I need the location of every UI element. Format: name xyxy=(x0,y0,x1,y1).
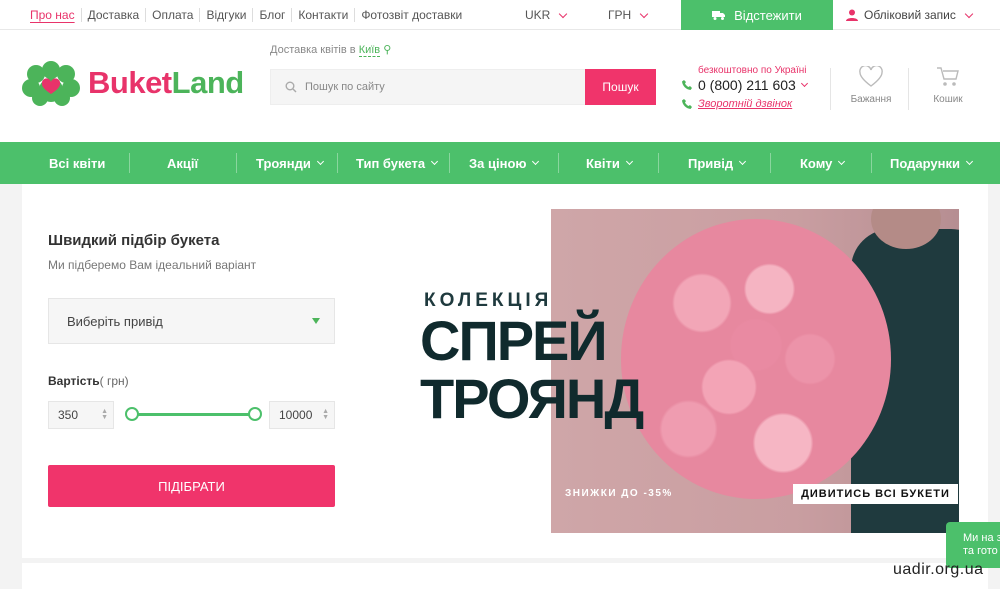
divider xyxy=(871,153,872,173)
flower-logo-icon xyxy=(22,61,80,106)
truck-icon xyxy=(712,11,726,20)
nav-item-sales[interactable]: Акції xyxy=(167,142,198,184)
top-link-reviews[interactable]: Відгуки xyxy=(199,8,252,22)
divider xyxy=(908,68,909,110)
divider xyxy=(129,153,130,173)
heart-icon xyxy=(859,66,883,87)
nav-item-by-price[interactable]: За ціною xyxy=(469,142,540,184)
min-price-input[interactable]: 350 ▲ ▼ xyxy=(48,401,114,429)
nav-item-gifts[interactable]: Подарунки xyxy=(890,142,973,184)
nav-item-occasion[interactable]: Привід xyxy=(688,142,747,184)
divider xyxy=(236,153,237,173)
occasion-placeholder: Виберіть привід xyxy=(67,313,163,329)
track-order-label: Відстежити xyxy=(734,7,802,23)
top-links: Про нас Доставка Оплата Відгуки Блог Кон… xyxy=(24,0,468,30)
currency-value: ГРН xyxy=(608,8,632,22)
chevron-down-icon xyxy=(838,157,846,166)
chevron-down-icon xyxy=(639,9,649,18)
logo-text: BuketLand xyxy=(88,65,244,100)
divider xyxy=(770,153,771,173)
chevron-down-icon xyxy=(316,157,324,166)
language-select[interactable]: UKR xyxy=(525,0,568,30)
free-call-note: безкоштовно по Україні xyxy=(698,65,807,76)
top-link-photo-report[interactable]: Фотозвіт доставки xyxy=(354,8,468,22)
slider-min-handle[interactable] xyxy=(125,407,139,421)
delivery-text: Доставка квітів в xyxy=(270,44,356,56)
chevron-down-icon xyxy=(964,9,974,18)
banner-discount: ЗНИЖКИ ДО -35% xyxy=(565,488,673,499)
phone-ring-icon xyxy=(682,99,692,109)
chevron-down-icon xyxy=(625,157,633,166)
nav-item-all-flowers[interactable]: Всі квіти xyxy=(49,142,105,184)
top-bar: Про нас Доставка Оплата Відгуки Блог Кон… xyxy=(0,0,1000,30)
see-all-bouquets-button[interactable]: ДИВИТИСЬ ВСІ БУКЕТИ xyxy=(793,484,958,504)
max-price-input[interactable]: 10000 ▲ ▼ xyxy=(269,401,335,429)
banner-bouquet xyxy=(621,219,891,499)
banner-headline: СПРЕЙ ТРОЯНД xyxy=(420,309,644,430)
dropdown-triangle-icon xyxy=(312,318,320,324)
chevron-down-icon xyxy=(739,157,747,166)
chevron-down-icon xyxy=(800,79,808,88)
search-field[interactable]: Пошук по сайту xyxy=(270,69,586,105)
watermark-text: uadir.org.ua xyxy=(893,561,984,578)
nav-item-recipient[interactable]: Кому xyxy=(800,142,846,184)
chevron-down-icon xyxy=(965,157,973,166)
phone-number[interactable]: 0 (800) 211 603 xyxy=(682,77,808,93)
main-nav: Всі квіти Акції Троянди Тип букета За ці… xyxy=(0,142,1000,184)
callback-link[interactable]: Зворотній дзвінок xyxy=(682,98,807,110)
currency-select[interactable]: ГРН xyxy=(608,0,649,30)
phone-block: безкоштовно по Україні 0 (800) 211 603 З… xyxy=(682,65,808,110)
site-header: BuketLand Доставка квітів в Київ ⚲ Пошук… xyxy=(0,30,1000,142)
cart-icon xyxy=(937,67,959,86)
search-button[interactable]: Пошук xyxy=(585,69,656,105)
delivery-city-info: Доставка квітів в Київ ⚲ xyxy=(270,43,392,57)
search-icon xyxy=(285,81,297,93)
occasion-select[interactable]: Виберіть привід xyxy=(48,298,335,344)
phone-icon xyxy=(682,80,692,90)
city-selector[interactable]: Київ xyxy=(358,44,381,57)
next-section-card xyxy=(22,563,988,589)
price-label: Вартість( грн) xyxy=(48,374,129,388)
track-order-button[interactable]: Відстежити xyxy=(681,0,833,30)
price-range-slider[interactable] xyxy=(130,413,256,416)
pick-bouquet-button[interactable]: ПІДІБРАТИ xyxy=(48,465,335,507)
nav-item-bouquet-type[interactable]: Тип букета xyxy=(356,142,439,184)
divider xyxy=(830,68,831,110)
divider xyxy=(558,153,559,173)
quick-select-subtitle: Ми підберемо Вам ідеальний варіант xyxy=(48,258,257,272)
cart-button[interactable]: Кошик xyxy=(918,66,978,105)
chevron-down-icon xyxy=(559,9,568,18)
favorites-label: Бажання xyxy=(850,94,892,105)
account-menu[interactable]: Обліковий запис xyxy=(846,0,974,30)
divider xyxy=(449,153,450,173)
language-value: UKR xyxy=(525,8,551,22)
chevron-down-icon xyxy=(431,157,439,166)
spinner-icon[interactable]: ▲ ▼ xyxy=(322,408,329,421)
divider xyxy=(658,153,659,173)
spinner-icon[interactable]: ▲ ▼ xyxy=(101,408,108,421)
top-link-blog[interactable]: Блог xyxy=(252,8,291,22)
logo[interactable]: BuketLand xyxy=(22,60,244,106)
top-link-contacts[interactable]: Контакти xyxy=(291,8,354,22)
nav-item-flowers[interactable]: Квіти xyxy=(586,142,633,184)
account-label: Обліковий запис xyxy=(864,8,956,22)
quick-select-title: Швидкий підбір букета xyxy=(48,232,220,249)
nav-item-roses[interactable]: Троянди xyxy=(256,142,324,184)
search-placeholder: Пошук по сайту xyxy=(305,81,385,93)
top-link-delivery[interactable]: Доставка xyxy=(80,8,146,22)
slider-max-handle[interactable] xyxy=(248,407,262,421)
chevron-down-icon xyxy=(532,157,540,166)
top-link-payment[interactable]: Оплата xyxy=(145,8,199,22)
top-link-about[interactable]: Про нас xyxy=(24,8,81,22)
location-pin-icon: ⚲ xyxy=(383,44,392,56)
cart-label: Кошик xyxy=(933,94,963,105)
divider xyxy=(337,153,338,173)
user-icon xyxy=(846,9,858,21)
favorites-button[interactable]: Бажання xyxy=(841,66,901,105)
